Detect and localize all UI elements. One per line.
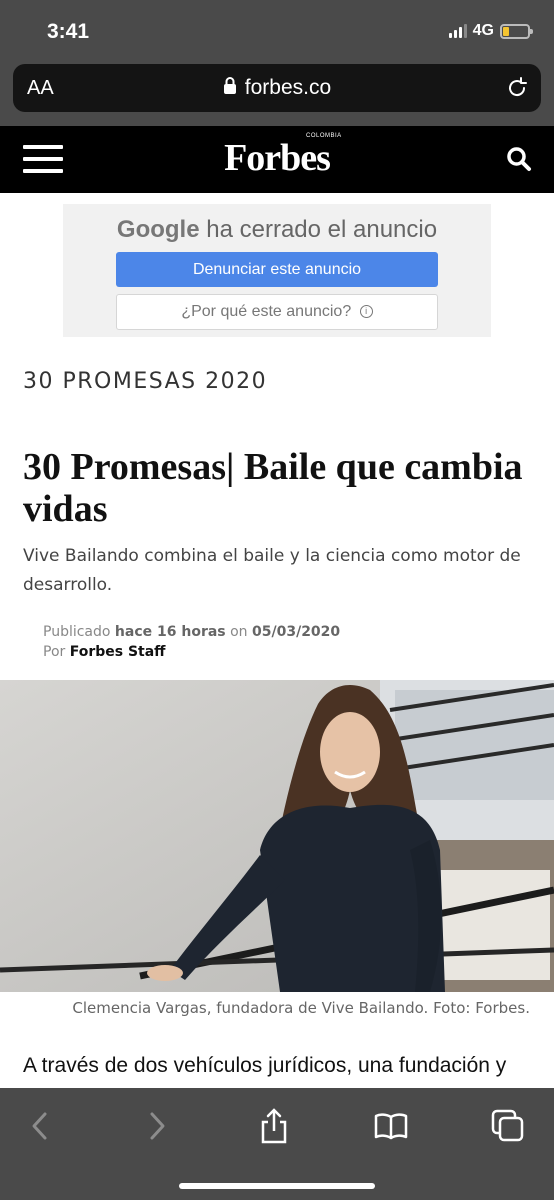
signal-icon [448, 24, 467, 38]
report-ad-button[interactable]: Denunciar este anuncio [116, 252, 438, 287]
info-icon: i [359, 305, 373, 319]
battery-icon [500, 23, 533, 39]
url-display[interactable]: forbes.co [13, 76, 541, 100]
relative-time: hace 16 horas [114, 624, 226, 640]
published-label: Publicado [43, 624, 111, 640]
author-line: Por Forbes Staff [43, 642, 340, 662]
why-this-ad-button[interactable]: ¿Por qué este anuncio? i [116, 294, 438, 330]
photo-caption: Clemencia Vargas, fundadora de Vive Bail… [72, 999, 530, 1017]
share-icon[interactable] [256, 1108, 292, 1144]
lock-icon [223, 76, 237, 100]
search-icon[interactable] [506, 146, 532, 177]
chevron-left-icon[interactable] [22, 1108, 58, 1144]
ad-closed-title: Google ha cerrado el anuncio [63, 216, 491, 244]
article-photo [0, 680, 554, 992]
home-indicator[interactable] [179, 1183, 375, 1189]
url-domain: forbes.co [244, 76, 332, 99]
brand-name: Forbes [224, 137, 331, 179]
google-label: Google [116, 216, 200, 243]
article-dek: Vive Bailando combina el baile y la cien… [23, 546, 521, 595]
address-bar[interactable]: AA forbes.co [13, 64, 541, 112]
article-title: 30 Promesas| Baile que cambia vidas [23, 446, 523, 530]
by-label: Por [43, 644, 66, 660]
brand-country: COLOMBIA [306, 133, 342, 139]
publish-date: 05/03/2020 [252, 624, 341, 640]
chevron-right-icon[interactable] [139, 1108, 175, 1144]
article-body-line: A través de dos vehículos jurídicos, una… [23, 1054, 507, 1077]
status-indicators: 4G [448, 22, 533, 40]
site-header: Forbes COLOMBIA [0, 126, 554, 193]
status-time: 3:41 [47, 20, 90, 43]
network-type: 4G [472, 22, 494, 39]
byline: Publicado hace 16 horas on 05/03/2020 Po… [43, 622, 340, 662]
reload-icon[interactable] [505, 76, 529, 105]
book-icon[interactable] [373, 1108, 409, 1144]
author-link[interactable]: Forbes Staff [70, 644, 166, 660]
ad-closed-notice: Google ha cerrado el anuncio Denunciar e… [63, 204, 491, 337]
publish-line: Publicado hace 16 horas on 05/03/2020 [43, 622, 340, 642]
on-label: on [230, 624, 248, 640]
browser-top-chrome: 3:41 4G AA forbes.co [0, 0, 554, 126]
tabs-icon[interactable] [490, 1108, 526, 1144]
section-label[interactable]: 30 PROMESAS 2020 [23, 369, 267, 394]
forbes-logo[interactable]: Forbes [0, 136, 554, 180]
why-this-ad-label: ¿Por qué este anuncio? [181, 303, 352, 320]
ad-closed-text: ha cerrado el anuncio [206, 216, 438, 243]
